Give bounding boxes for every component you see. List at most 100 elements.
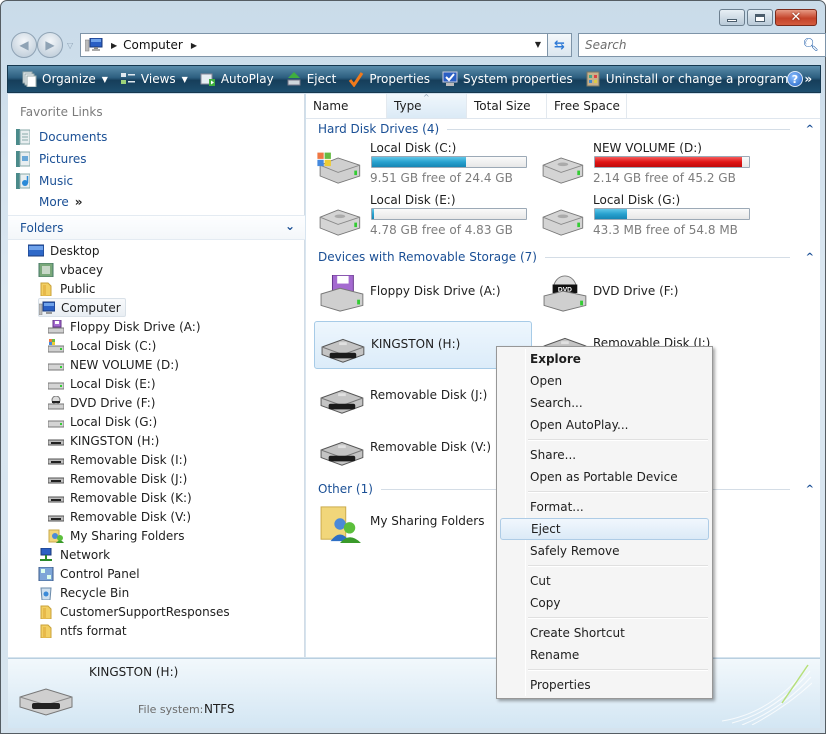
tree-item[interactable]: Removable Disk (I:) <box>47 450 187 469</box>
uninstall-program-button[interactable]: Uninstall or change a program <box>580 68 794 90</box>
column-header-total-size[interactable]: Total Size <box>467 94 547 118</box>
tree-item-icon-wrap <box>38 566 54 581</box>
navigation-bar: ◀ ▶ ▽ ▶ Computer ▶ ▼ ⇆ 🔍︎ <box>9 32 826 59</box>
tree-item[interactable]: Computer <box>38 298 126 317</box>
collapse-group-icon[interactable]: ^ <box>806 252 814 263</box>
close-button[interactable]: ✕ <box>775 9 817 26</box>
menu-item[interactable]: Properties <box>500 674 709 696</box>
group-title: Hard Disk Drives (4) <box>318 122 440 136</box>
breadcrumb-computer[interactable]: Computer <box>123 38 183 52</box>
address-history-dropdown[interactable]: ▼ <box>535 40 541 49</box>
tree-item[interactable]: Public <box>38 279 96 298</box>
menu-item[interactable]: Explore <box>500 348 709 370</box>
tree-item-label: Recycle Bin <box>60 585 130 600</box>
sort-ascending-icon: ^ <box>423 93 430 102</box>
tree-item-icon-wrap <box>47 415 65 429</box>
tree-item[interactable]: vbacey <box>38 260 103 279</box>
eject-icon <box>287 72 301 86</box>
drive-usage-bar <box>594 156 750 168</box>
tree-item[interactable]: Removable Disk (K:) <box>47 488 192 507</box>
collapse-group-icon[interactable]: ^ <box>806 484 814 495</box>
favorite-link-documents[interactable]: Documents <box>16 129 107 145</box>
menu-separator <box>528 669 708 671</box>
column-header-name[interactable]: Name <box>306 94 387 118</box>
menu-item[interactable]: Copy <box>500 592 709 614</box>
tree-item[interactable]: KINGSTON (H:) <box>47 431 159 450</box>
views-button[interactable]: Views ▼ <box>115 68 193 90</box>
menu-item[interactable]: Open as Portable Device <box>500 466 709 488</box>
floppy-drive-icon <box>47 319 65 333</box>
favorite-link-pictures[interactable]: Pictures <box>16 151 87 167</box>
drive-usage-fill <box>372 157 466 167</box>
collapse-group-icon[interactable]: ^ <box>806 124 814 135</box>
tree-item[interactable]: My Sharing Folders <box>48 526 185 545</box>
tree-item[interactable]: ntfs format <box>38 621 127 640</box>
help-button[interactable]: ? <box>782 68 808 90</box>
drive-item[interactable]: Local Disk (C:) 9.51 GB free of 24.4 GB <box>314 141 534 189</box>
column-header-free-space[interactable]: Free Space <box>547 94 627 118</box>
command-bar: Organize ▼ Views ▼ AutoPlay Eject Properti… <box>7 65 821 93</box>
minimize-button[interactable] <box>719 9 745 26</box>
tree-item[interactable]: DVD Drive (F:) <box>47 393 155 412</box>
favorite-link-label: Music <box>39 174 74 188</box>
device-item[interactable]: Floppy Disk Drive (A:) <box>314 269 532 317</box>
favorite-link-label: Pictures <box>39 152 87 166</box>
tree-item[interactable]: Local Disk (G:) <box>47 412 157 431</box>
properties-button[interactable]: Properties <box>343 68 435 90</box>
system-properties-button[interactable]: System properties <box>437 68 578 90</box>
breadcrumb-separator-icon[interactable]: ▶ <box>191 41 197 50</box>
group-header-hard-disk-drives[interactable]: Hard Disk Drives (4) ^ <box>318 122 814 136</box>
drive-usage-fill <box>372 209 374 219</box>
menu-item[interactable]: Search... <box>500 392 709 414</box>
forward-button[interactable]: ▶ <box>37 32 63 58</box>
eject-button[interactable]: Eject <box>281 68 342 90</box>
drive-item[interactable]: Local Disk (G:) 43.3 MB free of 54.8 MB <box>537 193 757 241</box>
favorite-link-music[interactable]: Music <box>16 173 73 189</box>
tree-item[interactable]: Floppy Disk Drive (A:) <box>47 317 201 336</box>
maximize-button[interactable] <box>747 9 773 26</box>
column-header-type[interactable]: ^ Type <box>387 93 467 118</box>
group-header-removable-storage[interactable]: Devices with Removable Storage (7) ^ <box>318 250 814 264</box>
tree-item[interactable]: NEW VOLUME (D:) <box>47 355 179 374</box>
menu-item[interactable]: Eject <box>500 518 709 540</box>
device-item[interactable]: DVD DVD Drive (F:) <box>537 269 755 317</box>
search-icon[interactable]: 🔍︎ <box>802 38 819 53</box>
tree-item[interactable]: Recycle Bin <box>38 583 129 602</box>
drive-item[interactable]: Local Disk (E:) 4.78 GB free of 4.83 GB <box>314 193 534 241</box>
more-links-button[interactable]: More » <box>39 195 83 209</box>
tree-item[interactable]: Removable Disk (J:) <box>47 469 187 488</box>
close-icon: ✕ <box>790 10 802 25</box>
tree-item-label: CustomerSupportResponses <box>60 604 230 619</box>
drive-item[interactable]: NEW VOLUME (D:) 2.14 GB free of 45.2 GB <box>537 141 757 189</box>
menu-item[interactable]: Rename <box>500 644 709 666</box>
tree-item[interactable]: Local Disk (C:) <box>47 336 156 355</box>
tree-item-label: Public <box>60 281 96 296</box>
folders-header[interactable]: Folders ⌄ <box>8 215 305 240</box>
autoplay-button[interactable]: AutoPlay <box>195 68 279 90</box>
menu-item[interactable]: Format... <box>500 496 709 518</box>
address-bar[interactable]: ▶ Computer ▶ ▼ <box>80 33 548 57</box>
tree-item[interactable]: Control Panel <box>38 564 140 583</box>
tree-item[interactable]: Network <box>38 545 110 564</box>
refresh-button[interactable]: ⇆ <box>548 33 572 57</box>
search-input[interactable] <box>585 38 785 52</box>
back-button[interactable]: ◀ <box>11 32 37 58</box>
breadcrumb-separator-icon[interactable]: ▶ <box>111 41 117 50</box>
menu-item[interactable]: Open <box>500 370 709 392</box>
search-box[interactable]: 🔍︎ <box>578 33 826 57</box>
tree-item[interactable]: Desktop <box>27 241 100 260</box>
tree-item[interactable]: CustomerSupportResponses <box>38 602 230 621</box>
drive-name: NEW VOLUME (D:) <box>593 141 702 155</box>
menu-item[interactable]: Share... <box>500 444 709 466</box>
menu-item[interactable]: Cut <box>500 570 709 592</box>
tree-item[interactable]: Local Disk (E:) <box>47 374 156 393</box>
recent-pages-dropdown[interactable]: ▽ <box>67 41 73 50</box>
hard-drive-icon <box>47 420 65 427</box>
menu-item[interactable]: Create Shortcut <box>500 622 709 644</box>
column-label: Name <box>313 99 349 113</box>
drive-name: Local Disk (G:) <box>593 193 681 207</box>
menu-item[interactable]: Open AutoPlay... <box>500 414 709 436</box>
menu-item[interactable]: Safely Remove <box>500 540 709 562</box>
tree-item[interactable]: Removable Disk (V:) <box>47 507 191 526</box>
organize-button[interactable]: Organize ▼ <box>16 68 113 90</box>
